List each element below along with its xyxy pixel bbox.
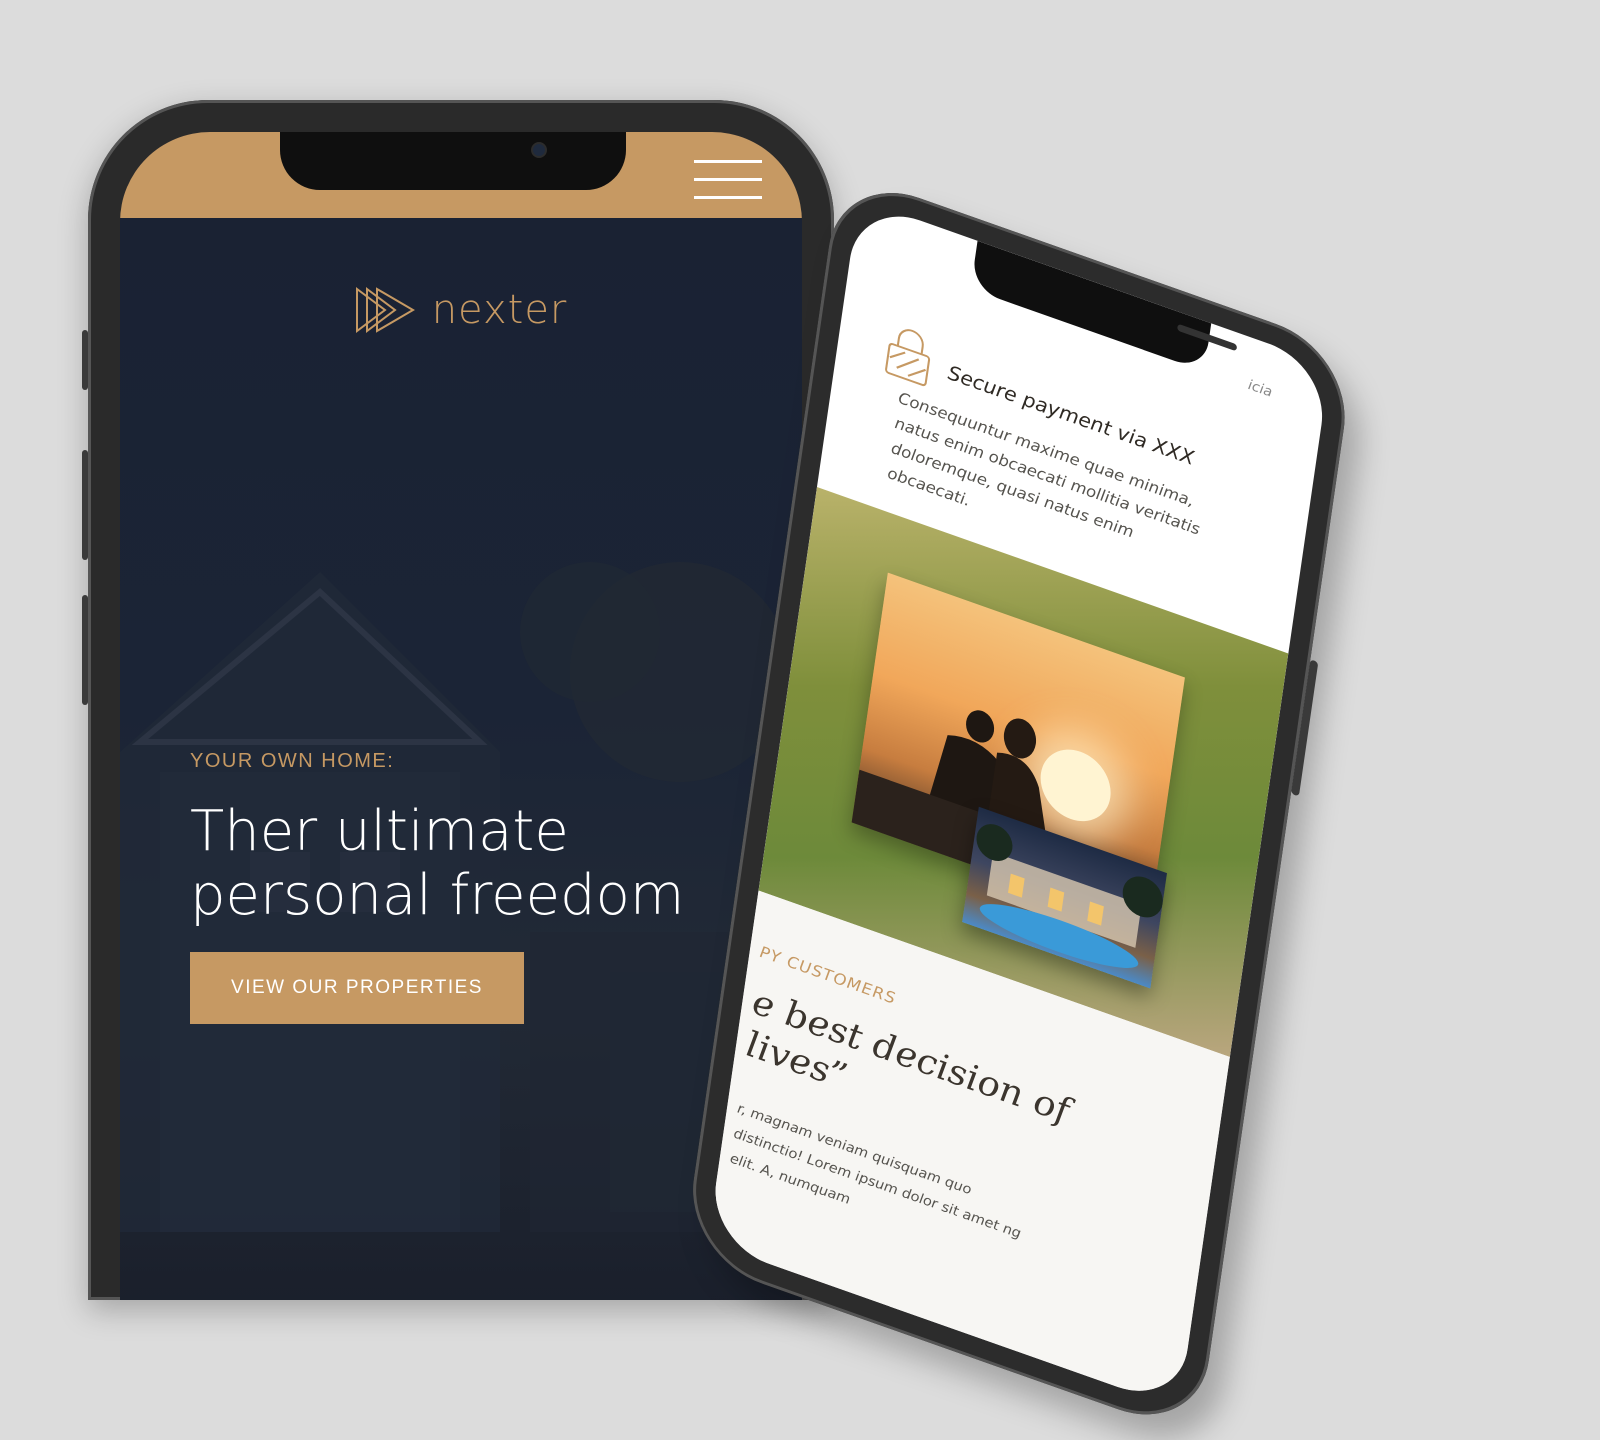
- right-power-button: [1290, 659, 1319, 797]
- volume-down-button: [82, 595, 88, 705]
- logo-icon: [355, 287, 415, 333]
- overflow-text: icia: [1247, 377, 1274, 401]
- volume-up-button: [82, 450, 88, 560]
- speaker-grille: [1176, 323, 1238, 352]
- hero-title-line-1: Ther ultimate: [190, 799, 569, 864]
- view-properties-button[interactable]: VIEW OUR PROPERTIES: [190, 952, 524, 1024]
- hero-title-line-2: personal freedom: [190, 863, 685, 928]
- hero-eyebrow: YOUR OWN HOME:: [190, 750, 395, 772]
- left-phone-screen: nexter YOUR OWN HOME: Ther ultimate pers…: [120, 132, 802, 1300]
- lock-icon: [885, 329, 931, 387]
- menu-icon[interactable]: [694, 160, 762, 200]
- brand-logo[interactable]: nexter: [120, 287, 802, 333]
- phone-notch: [280, 132, 626, 190]
- phone-notch-right: [970, 240, 1238, 372]
- hero-title: Ther ultimate personal freedom: [190, 800, 750, 928]
- brand-name: nexter: [431, 287, 568, 333]
- silent-switch: [82, 330, 88, 390]
- front-camera: [533, 144, 545, 156]
